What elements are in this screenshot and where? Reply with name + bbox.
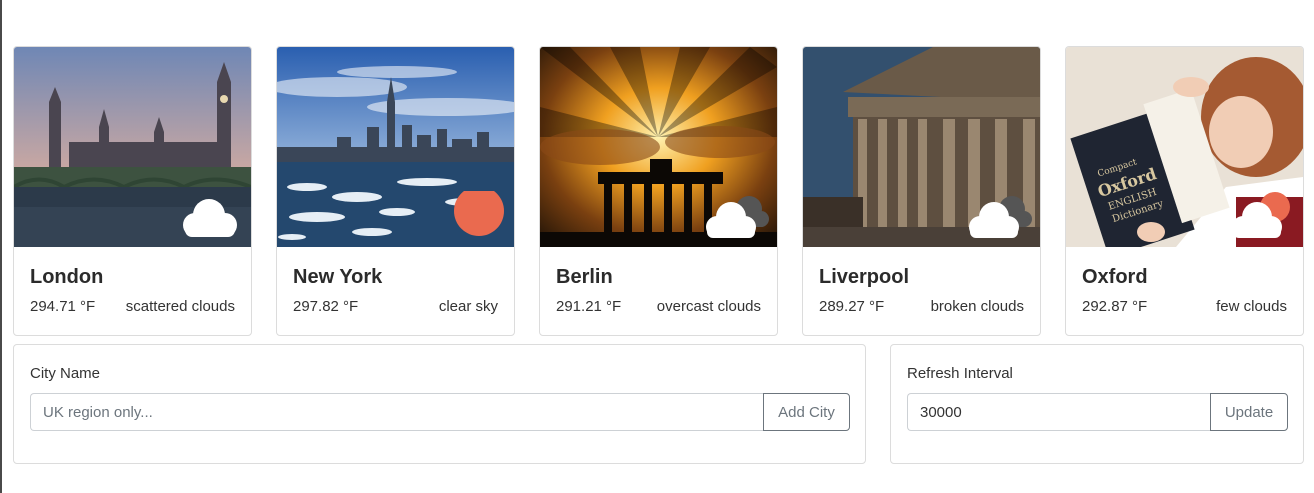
city-name: New York — [293, 266, 383, 288]
weather-description: clear sky — [438, 298, 498, 315]
new-york-skyline-photo — [277, 47, 514, 247]
temperature: 292.87 °F — [1082, 298, 1148, 315]
temperature: 294.71 °F — [30, 298, 96, 315]
temperature: 291.21 °F — [556, 298, 622, 315]
temperature: 289.27 °F — [819, 298, 885, 315]
sun-icon — [454, 191, 504, 236]
london-bridge-photo — [14, 47, 251, 247]
refresh-interval-label: Refresh Interval — [907, 365, 1013, 382]
overcast-clouds-icon — [706, 196, 769, 238]
weather-card-new-york: New York 297.82 °F clear sky — [276, 46, 515, 336]
broken-clouds-icon — [969, 196, 1032, 238]
city-name: Berlin — [556, 266, 613, 288]
scattered-clouds-icon — [183, 199, 237, 237]
refresh-interval-input[interactable] — [907, 393, 1210, 431]
refresh-interval-input-group: Update — [907, 393, 1288, 431]
add-city-input-group: Add City — [30, 393, 850, 431]
city-name-input[interactable] — [30, 393, 763, 431]
temperature: 297.82 °F — [293, 298, 359, 315]
weather-card-london: London 294.71 °F scattered clouds — [13, 46, 252, 336]
weather-description: few clouds — [1216, 298, 1287, 315]
update-button[interactable]: Update — [1210, 393, 1288, 431]
add-city-panel: City Name Add City — [13, 344, 866, 464]
weather-description: scattered clouds — [125, 298, 235, 315]
refresh-interval-panel: Refresh Interval Update — [890, 344, 1304, 464]
weather-card-liverpool: Liverpool 289.27 °F broken clouds — [802, 46, 1041, 336]
brandenburg-gate-photo — [540, 47, 777, 247]
weather-card-berlin: Berlin 291.21 °F overcast clouds — [539, 46, 778, 336]
city-name: Liverpool — [819, 266, 910, 288]
city-name: Oxford — [1082, 266, 1148, 288]
weather-description: broken clouds — [930, 298, 1024, 315]
st-georges-hall-photo — [803, 47, 1040, 247]
child-reading-dictionary-photo: Compact Oxford ENGLISH Dictionary — [1066, 47, 1303, 247]
weather-description: overcast clouds — [656, 298, 761, 315]
city-name-label: City Name — [30, 365, 101, 382]
add-city-button[interactable]: Add City — [763, 393, 850, 431]
city-name: London — [30, 266, 104, 288]
window-edge — [0, 0, 2, 493]
weather-card-oxford: Compact Oxford ENGLISH Dictionary Oxford… — [1065, 46, 1304, 336]
few-clouds-icon — [1232, 192, 1290, 238]
